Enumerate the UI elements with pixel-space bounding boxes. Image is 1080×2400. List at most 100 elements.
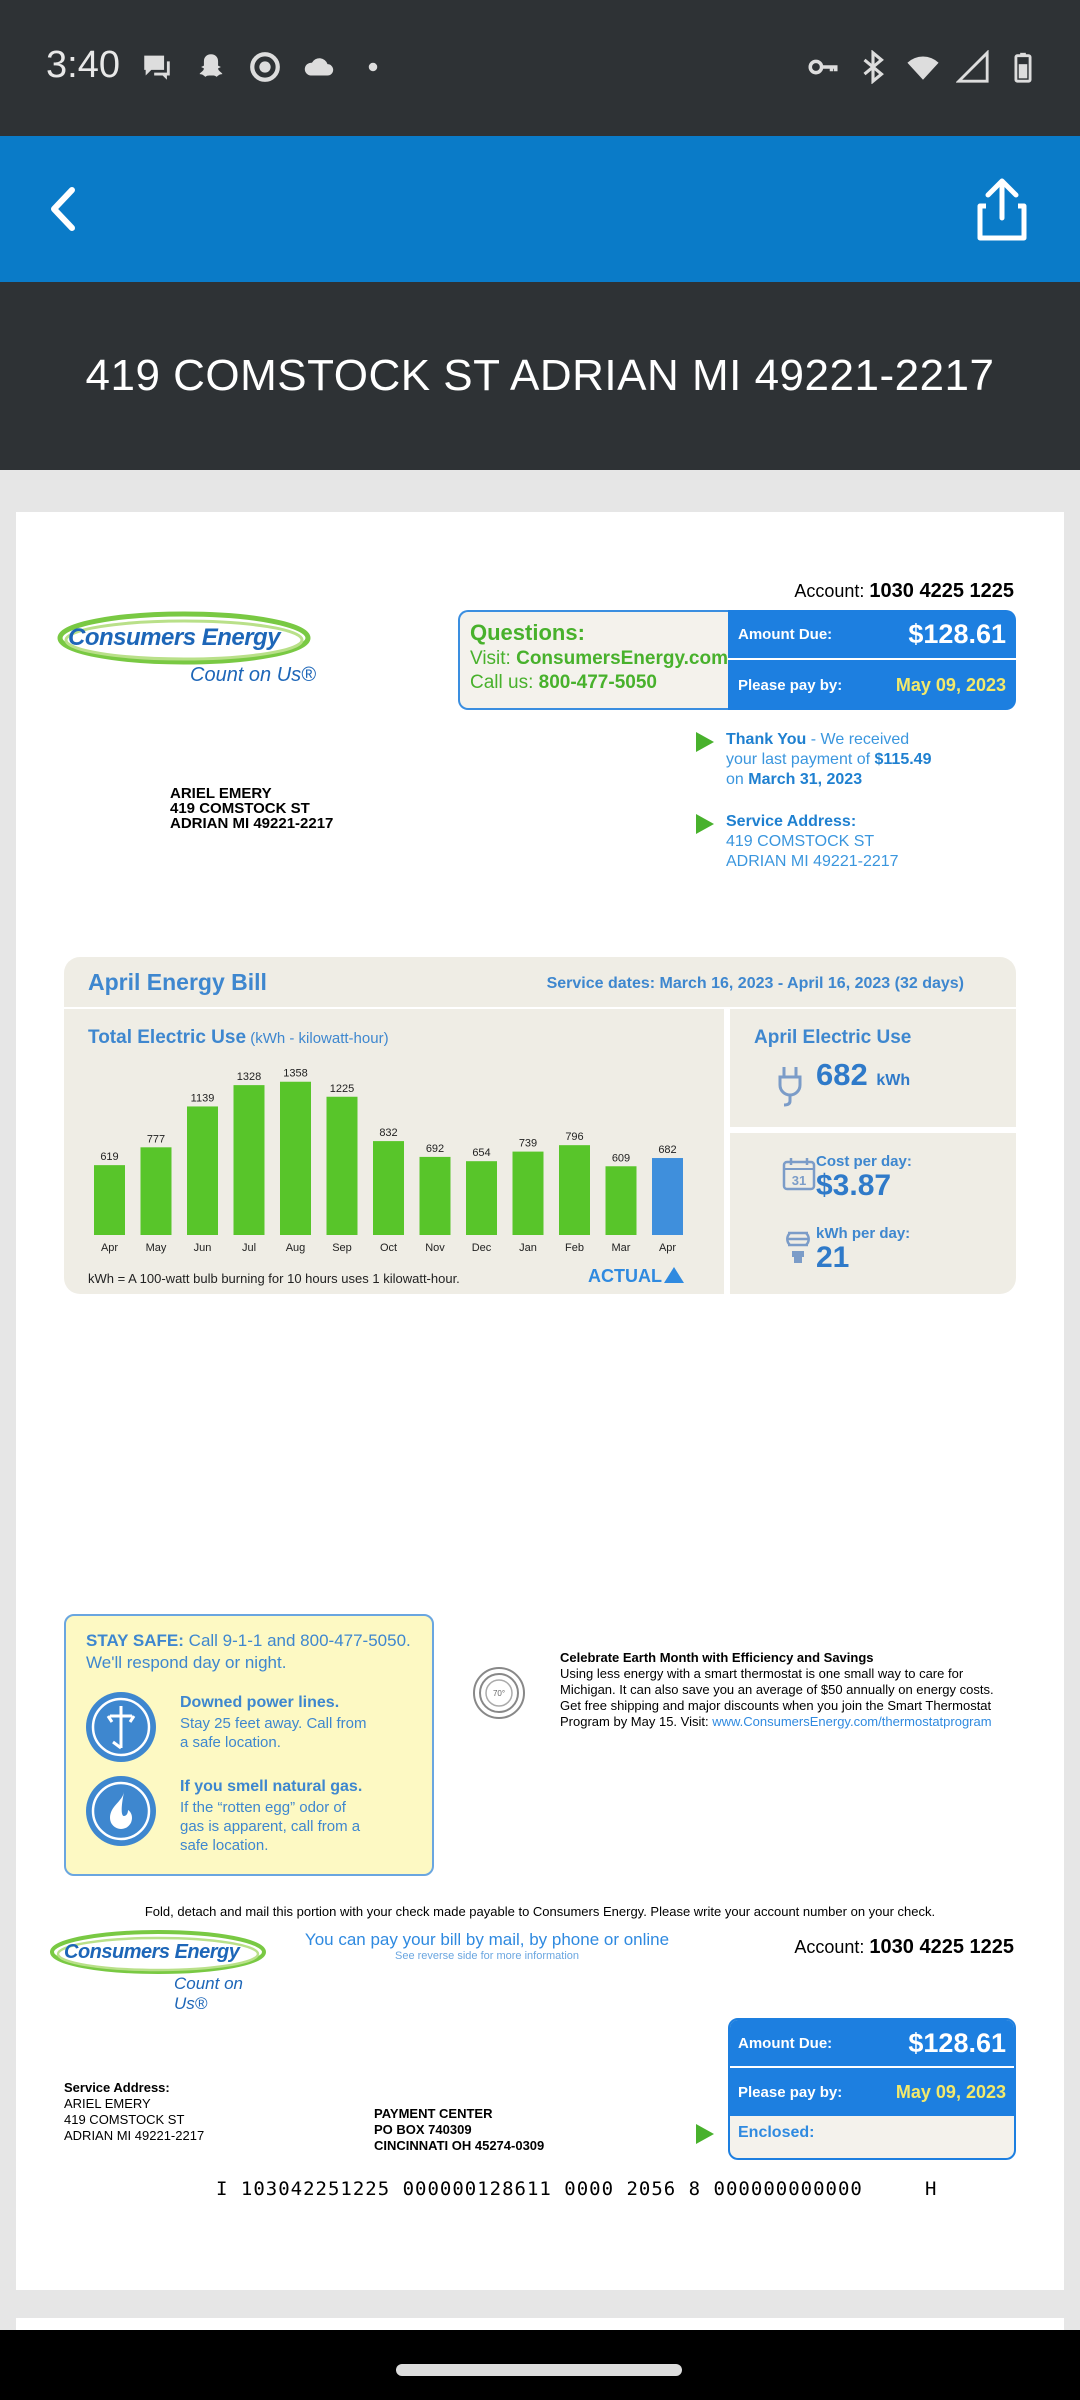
- next-page-edge: [16, 2318, 1064, 2330]
- micr-line: I 103042251225 000000128611 0000 2056 8 …: [216, 2178, 938, 2200]
- bar-month-label: Jan: [519, 1242, 537, 1254]
- gas-smell-line3: safe location.: [180, 1837, 269, 1854]
- bar-month-label: Jul: [242, 1242, 256, 1254]
- logo-name: Consumers Energy: [64, 1941, 240, 1963]
- battery-icon: [1014, 52, 1032, 83]
- stub-line2: ADRIAN MI 49221-2217: [64, 2128, 205, 2143]
- energy-bill-title: April Energy Bill: [88, 969, 267, 995]
- phone-link[interactable]: 800-477-5050: [539, 672, 657, 693]
- usage-bar: [652, 1158, 683, 1235]
- share-icon[interactable]: [964, 172, 1040, 248]
- record-icon: [250, 52, 280, 82]
- bar-month-label: Dec: [472, 1242, 492, 1254]
- power-line-icon: [86, 1692, 156, 1762]
- total-use-unit: (kWh - kilowatt-hour): [246, 1030, 389, 1047]
- bar-month-label: Aug: [286, 1242, 306, 1254]
- payment-center-address: PAYMENT CENTER PO BOX 740309 CINCINNATI …: [374, 2106, 544, 2154]
- back-arrow-icon[interactable]: [30, 174, 100, 244]
- last-payment-amount: $115.49: [874, 751, 932, 768]
- kwh-per-day-label: kWh per day:: [816, 1225, 911, 1242]
- pay-by-label: Please pay by:: [738, 676, 843, 694]
- usage-bar: [187, 1106, 218, 1235]
- panel-divider-horizontal: [730, 1127, 1016, 1133]
- stub-amount-box: Amount Due: $128.61 Please pay by: May 0…: [728, 2018, 1016, 2160]
- account-value: 1030 4225 1225: [869, 580, 1014, 602]
- actual-text: ACTUAL: [588, 1266, 662, 1286]
- earth-month-body: Using less energy with a smart thermosta…: [560, 1666, 1030, 1730]
- thermostat-icon: 70°: [473, 1667, 525, 1719]
- pay-center-line2: PO BOX 740309: [374, 2122, 472, 2137]
- chat-icon: [144, 55, 170, 80]
- gas-smell-line1: If the “rotten egg” odor of: [180, 1799, 346, 1816]
- thank-you-notice: Thank You - We received your last paymen…: [726, 730, 931, 790]
- cost-per-day-label: Cost per day:: [816, 1153, 912, 1170]
- stay-safe-box: STAY SAFE: Call 9-1-1 and 800-477-5050. …: [64, 1614, 434, 1876]
- thermostat-reading: 70°: [493, 1689, 505, 1698]
- downed-lines-desc: Stay 25 feet away. Call from a safe loca…: [180, 1714, 366, 1752]
- bill-document[interactable]: Account: 1030 4225 1225 Consumers Energy…: [16, 512, 1064, 2290]
- home-indicator[interactable]: [396, 2364, 682, 2376]
- stub-line1: 419 COMSTOCK ST: [64, 2112, 185, 2127]
- logo-tagline: Count on Us®: [174, 1974, 243, 2013]
- service-dates: Service dates: March 16, 2023 - April 16…: [546, 975, 964, 992]
- notification-icons: [140, 50, 390, 84]
- navigation-bar: [0, 2330, 1080, 2400]
- usage-bar: [94, 1165, 125, 1235]
- thermostat-program-link[interactable]: www.ConsumersEnergy.com/thermostatprogra…: [712, 1714, 991, 1729]
- stub-pay-by-label: Please pay by:: [738, 2083, 843, 2101]
- bar-month-label: Oct: [380, 1242, 397, 1254]
- panel-divider: [724, 1009, 730, 1294]
- app-bar: [0, 136, 1080, 282]
- usage-bar: [280, 1081, 311, 1235]
- stub-amount-due-value: $128.61: [908, 2027, 1006, 2058]
- enclosed-arrow-icon: [696, 2124, 714, 2144]
- service-address-arrow-icon: [696, 814, 714, 834]
- gas-smell-icon: [86, 1776, 156, 1846]
- questions-call: Call us: 800-477-5050: [470, 672, 728, 694]
- bar-value-label: 619: [100, 1151, 118, 1163]
- amount-due-value: $128.61: [908, 618, 1006, 649]
- key-icon: [808, 59, 838, 75]
- kwh-per-day-value: 21: [816, 1241, 850, 1274]
- pay-methods: You can pay your bill by mail, by phone …: [282, 1930, 692, 1962]
- enclosed-label: Enclosed:: [738, 2124, 815, 2141]
- status-time: 3:40: [46, 44, 120, 86]
- amount-due-row: Amount Due: $128.61: [728, 610, 1016, 660]
- usage-bar: [512, 1151, 544, 1235]
- bar-value-label: 1139: [191, 1092, 215, 1104]
- stub-account-number: Account: 1030 4225 1225: [794, 1936, 1014, 1959]
- stay-safe-line1: Call 9-1-1 and 800-477-5050.: [183, 1631, 411, 1650]
- wifi-icon: [907, 56, 939, 80]
- bar-value-label: 654: [472, 1147, 490, 1159]
- website-link[interactable]: ConsumersEnergy.com: [516, 648, 728, 669]
- mailing-line2: ADRIAN MI 49221-2217: [170, 815, 334, 832]
- thank-you-line3: on: [726, 771, 749, 788]
- bar-month-label: Apr: [101, 1242, 118, 1254]
- usage-bar: [373, 1141, 404, 1235]
- pay-methods-sub: See reverse side for more information: [394, 1950, 580, 1962]
- consumers-energy-logo-stub: Consumers Energy Count on Us®: [46, 1924, 276, 2013]
- consumers-energy-logo: Consumers Energy Count on Us®: [56, 604, 326, 694]
- questions-visit: Visit: ConsumersEnergy.com: [470, 648, 728, 670]
- stub-pay-by-date: May 09, 2023: [895, 2081, 1006, 2102]
- bar-value-label: 1358: [283, 1068, 307, 1080]
- actual-label: ACTUAL: [588, 1266, 684, 1287]
- usage-bar: [466, 1161, 497, 1235]
- pay-by-row: Please pay by: May 09, 2023: [728, 660, 1016, 710]
- mailing-name: ARIEL EMERY: [170, 785, 272, 802]
- cost-per-day-value: $3.87: [816, 1169, 892, 1202]
- service-address-line2: ADRIAN MI 49221-2217: [726, 853, 899, 870]
- bar-month-label: Jun: [194, 1242, 212, 1254]
- bar-value-label: 796: [565, 1131, 583, 1143]
- signal-icon: [956, 50, 989, 83]
- bar-value-label: 1328: [237, 1071, 261, 1083]
- triangle-up-icon: [664, 1267, 684, 1283]
- lightbulb-icon: [786, 1231, 810, 1263]
- stub-name: ARIEL EMERY: [64, 2096, 151, 2111]
- account-number: Account: 1030 4225 1225: [794, 580, 1014, 603]
- bar-month-label: May: [146, 1242, 167, 1254]
- gas-smell-desc: If the “rotten egg” odor of gas is appar…: [180, 1798, 360, 1855]
- total-use-title: Total Electric Use (kWh - kilowatt-hour): [88, 1027, 389, 1049]
- fold-instructions: Fold, detach and mail this portion with …: [144, 1904, 936, 1919]
- thank-you-title: Thank You: [726, 731, 807, 748]
